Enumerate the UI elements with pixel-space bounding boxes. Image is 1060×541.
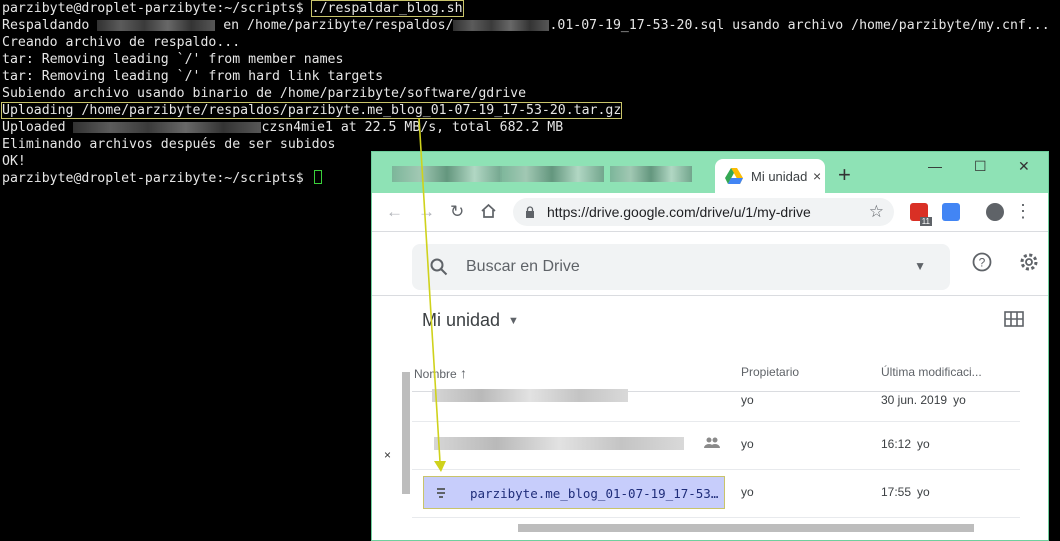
- modified-date: 17:55: [881, 485, 912, 499]
- drive-search-bar[interactable]: Buscar en Drive ▼: [412, 244, 950, 290]
- redacted-file-name: [434, 437, 684, 450]
- settings-gear-icon[interactable]: [1018, 251, 1040, 273]
- uploading-highlight: Uploading /home/parzibyte/respaldos/parz…: [0, 102, 623, 119]
- shared-people-icon: [704, 437, 720, 448]
- reload-icon[interactable]: ↻: [450, 202, 464, 222]
- minimize-button[interactable]: —: [928, 158, 942, 174]
- terminal-cursor: [313, 170, 322, 184]
- svg-text:?: ?: [979, 256, 986, 270]
- modified-cell: 30 jun. 2019 yo: [881, 393, 966, 407]
- header-divider: [372, 295, 1048, 296]
- extension-badge: 11: [919, 217, 932, 226]
- search-icon: [430, 258, 448, 276]
- terminal-line: OK!: [2, 154, 26, 169]
- owner-cell: yo: [741, 485, 754, 499]
- selected-file-name: parzibyte.me_blog_01-07-19_17-53-20.tar.…: [470, 486, 720, 501]
- forward-arrow-icon[interactable]: →: [418, 202, 435, 222]
- folder-title: Mi unidad: [422, 310, 501, 330]
- address-bar[interactable]: https://drive.google.com/drive/u/1/my-dr…: [513, 198, 894, 226]
- tab-title: Mi unidad: [751, 168, 808, 184]
- side-panel-close-icon[interactable]: ×: [384, 448, 391, 462]
- calendar-extension-icon[interactable]: 11: [910, 203, 932, 226]
- blurred-tab[interactable]: [500, 166, 604, 182]
- selected-file-name-box[interactable]: parzibyte.me_blog_01-07-19_17-53-20.tar.…: [423, 476, 725, 509]
- terminal-text: .01-07-19_17-53-20.sql usando archivo /h…: [549, 18, 1050, 33]
- lock-icon: [526, 206, 534, 218]
- url-text: https://drive.google.com/drive/u/1/my-dr…: [547, 204, 811, 220]
- tab-mi-unidad[interactable]: Mi unidad ×: [715, 159, 825, 193]
- menu-kebab-icon[interactable]: ⋮: [1014, 201, 1032, 222]
- translate-extension-icon[interactable]: [942, 203, 960, 221]
- command-highlight: ./respaldar_blog.sh: [310, 0, 464, 17]
- terminal-line: tar: Removing leading `/' from hard link…: [2, 69, 384, 84]
- bookmark-star-icon[interactable]: ☆: [869, 202, 884, 222]
- file-row[interactable]: yo 30 jun. 2019 yo: [412, 373, 1020, 422]
- terminal-line-uploading: Uploading /home/parzibyte/respaldos/parz…: [0, 102, 623, 119]
- terminal-text: Uploaded: [2, 120, 74, 135]
- maximize-button[interactable]: ☐: [974, 158, 987, 175]
- terminal-line-backup: Respaldando en /home/parzibyte/respaldos…: [2, 17, 1050, 34]
- terminal-line-command: parzibyte@droplet-parzibyte:~/scripts$ .…: [2, 0, 464, 17]
- modified-by: yo: [953, 393, 966, 407]
- modified-cell: 16:12 yo: [881, 437, 930, 451]
- terminal-line: Subiendo archivo usando binario de /home…: [2, 86, 527, 101]
- modified-cell: 17:55 yo: [881, 485, 930, 499]
- title-bar[interactable]: Mi unidad × + — ☐ ✕: [372, 152, 1048, 193]
- search-options-caret-icon[interactable]: ▼: [914, 259, 926, 273]
- home-icon[interactable]: [480, 203, 497, 219]
- file-row[interactable]: yo 16:12 yo: [412, 421, 1020, 470]
- tab-close-icon[interactable]: ×: [813, 168, 821, 184]
- terminal-text: czsn4mie1 at 22.5 MB/s, total 682.2 MB: [261, 120, 564, 135]
- modified-date: 16:12: [881, 437, 912, 451]
- modified-date: 30 jun. 2019: [881, 393, 948, 407]
- grid-view-icon[interactable]: [1004, 311, 1024, 327]
- shell-prompt: parzibyte@droplet-parzibyte:~/scripts$: [2, 171, 312, 186]
- terminal-line: Creando archivo de respaldo...: [2, 35, 241, 50]
- owner-cell: yo: [741, 437, 754, 451]
- help-icon[interactable]: ?: [972, 252, 992, 272]
- terminal-line-final-prompt: parzibyte@droplet-parzibyte:~/scripts$: [2, 170, 322, 187]
- modified-by: yo: [917, 437, 930, 451]
- blurred-tab[interactable]: [392, 166, 502, 182]
- redacted-file-name: [432, 389, 628, 402]
- horizontal-scrollbar[interactable]: [518, 524, 974, 532]
- redacted-text: [97, 19, 216, 31]
- close-window-button[interactable]: ✕: [1018, 158, 1030, 175]
- terminal-line: Eliminando archivos después de ser subid…: [2, 137, 336, 152]
- owner-cell: yo: [741, 393, 754, 407]
- profile-avatar-icon[interactable]: [986, 203, 1004, 221]
- terminal-text: en /home/parzibyte/respaldos/: [215, 18, 454, 33]
- terminal-line: tar: Removing leading `/' from member na…: [2, 52, 344, 67]
- blurred-tab[interactable]: [610, 166, 692, 182]
- new-tab-button[interactable]: +: [838, 164, 851, 186]
- chevron-down-icon: ▼: [508, 314, 519, 327]
- archive-file-icon: [437, 488, 445, 498]
- folder-title-dropdown[interactable]: Mi unidad ▼: [422, 310, 519, 331]
- google-drive-icon: [725, 168, 743, 184]
- shell-prompt: parzibyte@droplet-parzibyte:~/scripts$: [2, 1, 312, 16]
- vertical-scrollbar[interactable]: [402, 372, 410, 494]
- back-arrow-icon[interactable]: ←: [386, 202, 403, 222]
- terminal-line-uploaded: Uploaded czsn4mie1 at 22.5 MB/s, total 6…: [2, 119, 563, 136]
- redacted-text: [453, 19, 550, 31]
- browser-toolbar: ← → ↻ https://drive.google.com/drive/u/1…: [372, 193, 1048, 232]
- redacted-text: [73, 121, 262, 133]
- terminal-text: Respaldando: [2, 18, 98, 33]
- search-placeholder: Buscar en Drive: [466, 258, 580, 275]
- modified-by: yo: [917, 485, 930, 499]
